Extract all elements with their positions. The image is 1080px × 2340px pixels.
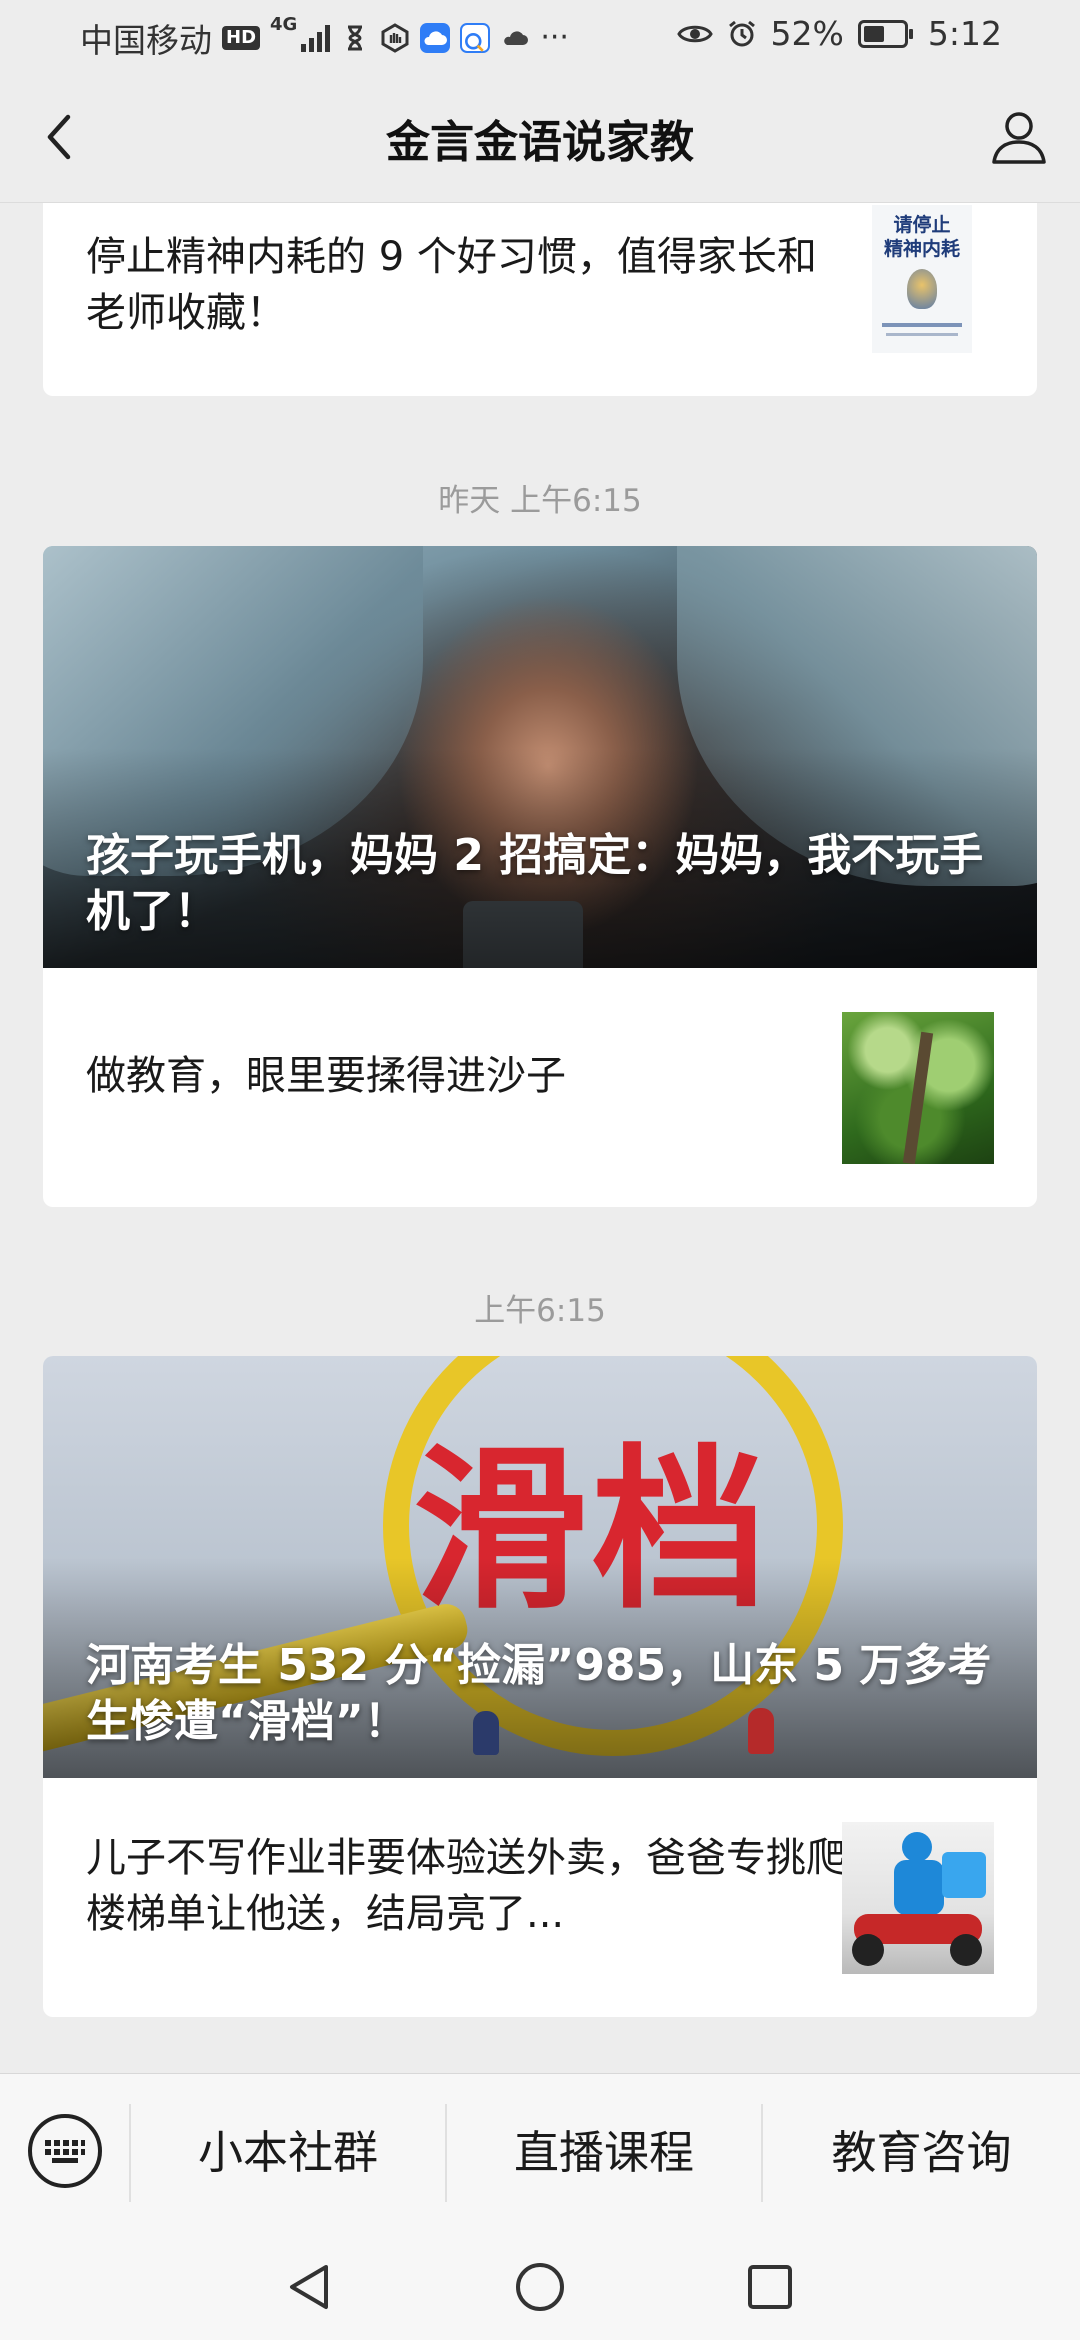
thumbnail-caption: 请停止 精神内耗 (872, 205, 972, 261)
thumbnail-rider-body (894, 1860, 944, 1915)
bottom-menu-bar: 小本社群 直播课程 教育咨询 (0, 2073, 1080, 2232)
recents-square-icon[interactable] (742, 2259, 798, 2315)
hd-badge: HD (222, 26, 261, 50)
page-title: 金言金语说家教 (386, 117, 694, 168)
thumbnail-rider-head (902, 1832, 932, 1862)
user-icon[interactable] (988, 106, 1050, 168)
hourglass-icon (348, 25, 363, 51)
eye-icon (676, 25, 713, 42)
article-cover[interactable]: 滑档 河南考生 532 分“捡漏”985，山东 5 万多考生惨遭“滑档”！ (43, 1356, 1037, 1778)
thumbnail-trunk (902, 1031, 934, 1164)
thumbnail-footer-line (886, 333, 958, 336)
keyboard-icon[interactable] (28, 2114, 102, 2188)
article-cover[interactable]: 孩子玩手机，妈妈 2 招搞定：妈妈，我不玩手机了！ (43, 546, 1037, 968)
battery-percent: 52% (770, 14, 844, 53)
thumbnail-footer (882, 323, 962, 327)
alarm-icon (728, 20, 755, 46)
carrier-name: 中国移动 (80, 21, 212, 60)
article-thumbnail (842, 1822, 994, 1974)
article-card[interactable]: 滑档 河南考生 532 分“捡漏”985，山东 5 万多考生惨遭“滑档”！ 儿子… (43, 1356, 1037, 2017)
home-circle-icon[interactable] (512, 2259, 568, 2315)
thumbnail-figure (907, 269, 937, 309)
cloud-app-icon (420, 23, 451, 53)
article-title: 做教育，眼里要揉得进沙子 (86, 1053, 566, 1099)
hand-icon (381, 23, 409, 53)
thumbnail-caption-line2: 精神内耗 (883, 238, 960, 260)
article-card[interactable]: 停止精神内耗的 9 个好习惯，值得家长和老师收藏！ 请停止 精神内耗 (43, 203, 1037, 396)
article-card[interactable]: 孩子玩手机，妈妈 2 招搞定：妈妈，我不玩手机了！ 做教育，眼里要揉得进沙子 (43, 546, 1037, 1207)
battery-level (863, 25, 884, 42)
thumbnail-wheel-back (950, 1934, 982, 1966)
chat-app-icon (460, 23, 491, 53)
signal-icon (301, 24, 331, 52)
menu-item-live-courses[interactable]: 直播课程 (447, 2102, 761, 2204)
article-title: 儿子不写作业非要体验送外卖，爸爸专挑爬楼梯单让他送，结局亮了... (86, 1835, 846, 1937)
cloud-icon (504, 31, 529, 45)
menu-item-community[interactable]: 小本社群 (131, 2102, 445, 2204)
menu-item-consulting[interactable]: 教育咨询 (763, 2102, 1080, 2204)
article-thumbnail (842, 1012, 994, 1164)
network-type: 4G (270, 14, 298, 35)
more-icon: ··· (540, 20, 569, 55)
status-bar-right: 52% 5:12 (676, 14, 1002, 53)
nav-bar: 金言金语说家教 (0, 72, 1080, 203)
message-feed[interactable]: 停止精神内耗的 9 个好习惯，值得家长和老师收藏！ 请停止 精神内耗 昨天 上午… (0, 203, 1080, 2073)
thumbnail-wheel-front (852, 1934, 884, 1966)
thumbnail-caption-line1: 请停止 (893, 214, 951, 236)
article-cover-title: 河南考生 532 分“捡漏”985，山东 5 万多考生惨遭“滑档”！ (86, 1640, 992, 1747)
back-triangle-icon[interactable] (282, 2259, 338, 2315)
article-cover-title: 孩子玩手机，妈妈 2 招搞定：妈妈，我不玩手机了！ (86, 830, 984, 937)
status-bar-left: 中国移动 HD 4G ··· (80, 14, 569, 62)
system-nav-bar (0, 2231, 1080, 2340)
status-bar: 中国移动 HD 4G ··· 52% 5:12 (0, 0, 1080, 72)
timestamp: 上午6:15 (474, 1293, 606, 1329)
timestamp: 昨天 上午6:15 (438, 483, 642, 519)
battery-icon (857, 19, 913, 48)
clock-time: 5:12 (927, 14, 1002, 53)
article-thumbnail: 请停止 精神内耗 (872, 205, 972, 353)
thumbnail-delivery-box (942, 1852, 986, 1898)
article-title: 停止精神内耗的 9 个好习惯，值得家长和老师收藏！ (86, 234, 817, 336)
